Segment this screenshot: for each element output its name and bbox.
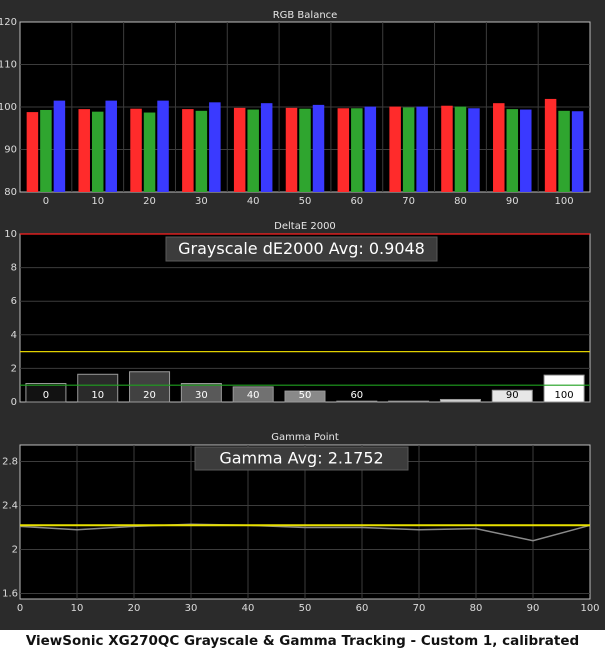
x-tick-label-gamma-90: 90 (527, 603, 540, 614)
bar-red-70 (389, 106, 401, 192)
x-tick-label-0: 0 (43, 196, 49, 207)
chart-title-3: Gamma Point (271, 432, 339, 443)
y-tick-label-de-8: 8 (11, 263, 17, 274)
x-tick-label-90: 90 (506, 196, 519, 207)
bar-deltae-70 (388, 400, 430, 403)
annotation-gamma: Gamma Avg: 2.1752 (219, 449, 383, 468)
bar-green-60 (351, 108, 363, 192)
y-tick-label-gamma-1.6: 1.6 (2, 589, 18, 600)
x-tick-label-de-10: 10 (91, 390, 104, 401)
bar-green-0 (40, 109, 52, 192)
bar-blue-50 (312, 104, 325, 192)
y-tick-label-gamma-2.8: 2.8 (2, 457, 18, 468)
x-tick-label-de-70: 70 (402, 390, 415, 401)
bar-green-40 (247, 109, 259, 192)
x-tick-label-de-100: 100 (555, 390, 574, 401)
bar-deltae-60 (336, 400, 378, 403)
x-tick-label-gamma-20: 20 (128, 603, 141, 614)
chart-title-1: RGB Balance (273, 10, 338, 21)
x-tick-label-50: 50 (299, 196, 312, 207)
bar-blue-100 (571, 111, 584, 192)
x-tick-label-de-60: 60 (350, 390, 363, 401)
x-tick-label-de-30: 30 (195, 390, 208, 401)
bar-red-60 (337, 108, 350, 192)
bar-blue-40 (260, 103, 273, 192)
bar-green-50 (299, 108, 311, 192)
y-tick-label-de-10: 10 (4, 229, 17, 240)
x-tick-label-gamma-10: 10 (71, 603, 84, 614)
x-tick-label-de-40: 40 (247, 390, 260, 401)
x-tick-label-gamma-60: 60 (356, 603, 369, 614)
y-tick-label-gamma-2: 2 (12, 545, 18, 556)
bar-blue-60 (364, 106, 377, 192)
x-tick-label-gamma-0: 0 (17, 603, 23, 614)
x-tick-label-40: 40 (247, 196, 260, 207)
bar-green-90 (506, 109, 519, 192)
x-tick-label-gamma-70: 70 (413, 603, 426, 614)
charts-svg: RGB Balance80901001101200 10 20 30 40 50 60 70 8… (0, 10, 600, 614)
chart-title-2: DeltaE 2000 (274, 221, 336, 232)
bar-red-10 (78, 109, 90, 192)
bar-green-30 (195, 110, 208, 192)
annotation-deltae: Grayscale dE2000 Avg: 0.9048 (178, 239, 425, 258)
y-tick-label-de-4: 4 (11, 330, 17, 341)
bar-red-80 (441, 105, 453, 192)
x-tick-label-de-0: 0 (43, 390, 49, 401)
x-tick-label-10: 10 (91, 196, 104, 207)
y-tick-label-de-2: 2 (11, 363, 17, 374)
bar-green-20 (143, 112, 156, 192)
x-tick-label-20: 20 (143, 196, 156, 207)
figure-caption: ViewSonic XG270QC Grayscale & Gamma Trac… (25, 633, 580, 649)
x-tick-label-60: 60 (350, 196, 363, 207)
x-tick-label-de-50: 50 (299, 390, 312, 401)
bar-red-40 (233, 107, 246, 192)
bar-blue-90 (520, 109, 532, 192)
y-tick-label-120: 120 (0, 17, 17, 28)
x-tick-label-30: 30 (195, 196, 208, 207)
bar-green-100 (558, 110, 570, 192)
x-tick-label-100: 100 (555, 196, 574, 207)
x-tick-label-70: 70 (402, 196, 415, 207)
y-tick-label-de-0: 0 (11, 397, 17, 408)
bar-blue-10 (105, 100, 117, 192)
bar-green-70 (402, 107, 415, 192)
bar-red-0 (26, 112, 39, 192)
x-tick-label-de-90: 90 (506, 390, 519, 401)
y-tick-label-90: 90 (4, 145, 17, 156)
x-tick-label-gamma-40: 40 (242, 603, 255, 614)
bar-red-30 (182, 109, 194, 192)
bar-green-80 (454, 106, 467, 192)
y-tick-label-80: 80 (4, 187, 17, 198)
y-tick-label-de-6: 6 (11, 296, 17, 307)
x-tick-label-gamma-80: 80 (470, 603, 483, 614)
x-tick-label-gamma-30: 30 (185, 603, 198, 614)
x-tick-label-gamma-50: 50 (299, 603, 312, 614)
bar-red-50 (285, 107, 298, 192)
x-tick-label-gamma-100: 100 (580, 603, 599, 614)
bar-blue-70 (416, 106, 428, 192)
x-tick-label-80: 80 (454, 196, 467, 207)
y-tick-label-110: 110 (0, 60, 17, 71)
bar-blue-20 (157, 100, 169, 192)
bar-red-90 (493, 103, 505, 192)
y-tick-label-100: 100 (0, 102, 17, 113)
bar-blue-30 (209, 102, 221, 192)
chart-stage: RGB Balance 80 90 100 110 120 0 10 20 30 40 50 60 70 8… (0, 0, 605, 630)
x-tick-label-de-80: 80 (454, 390, 467, 401)
bar-blue-80 (468, 108, 480, 192)
bar-red-20 (130, 108, 142, 192)
bar-green-10 (91, 111, 104, 192)
bar-blue-0 (53, 100, 66, 192)
x-tick-label-de-20: 20 (143, 390, 156, 401)
bar-red-100 (544, 98, 557, 192)
y-tick-label-gamma-2.4: 2.4 (2, 501, 18, 512)
